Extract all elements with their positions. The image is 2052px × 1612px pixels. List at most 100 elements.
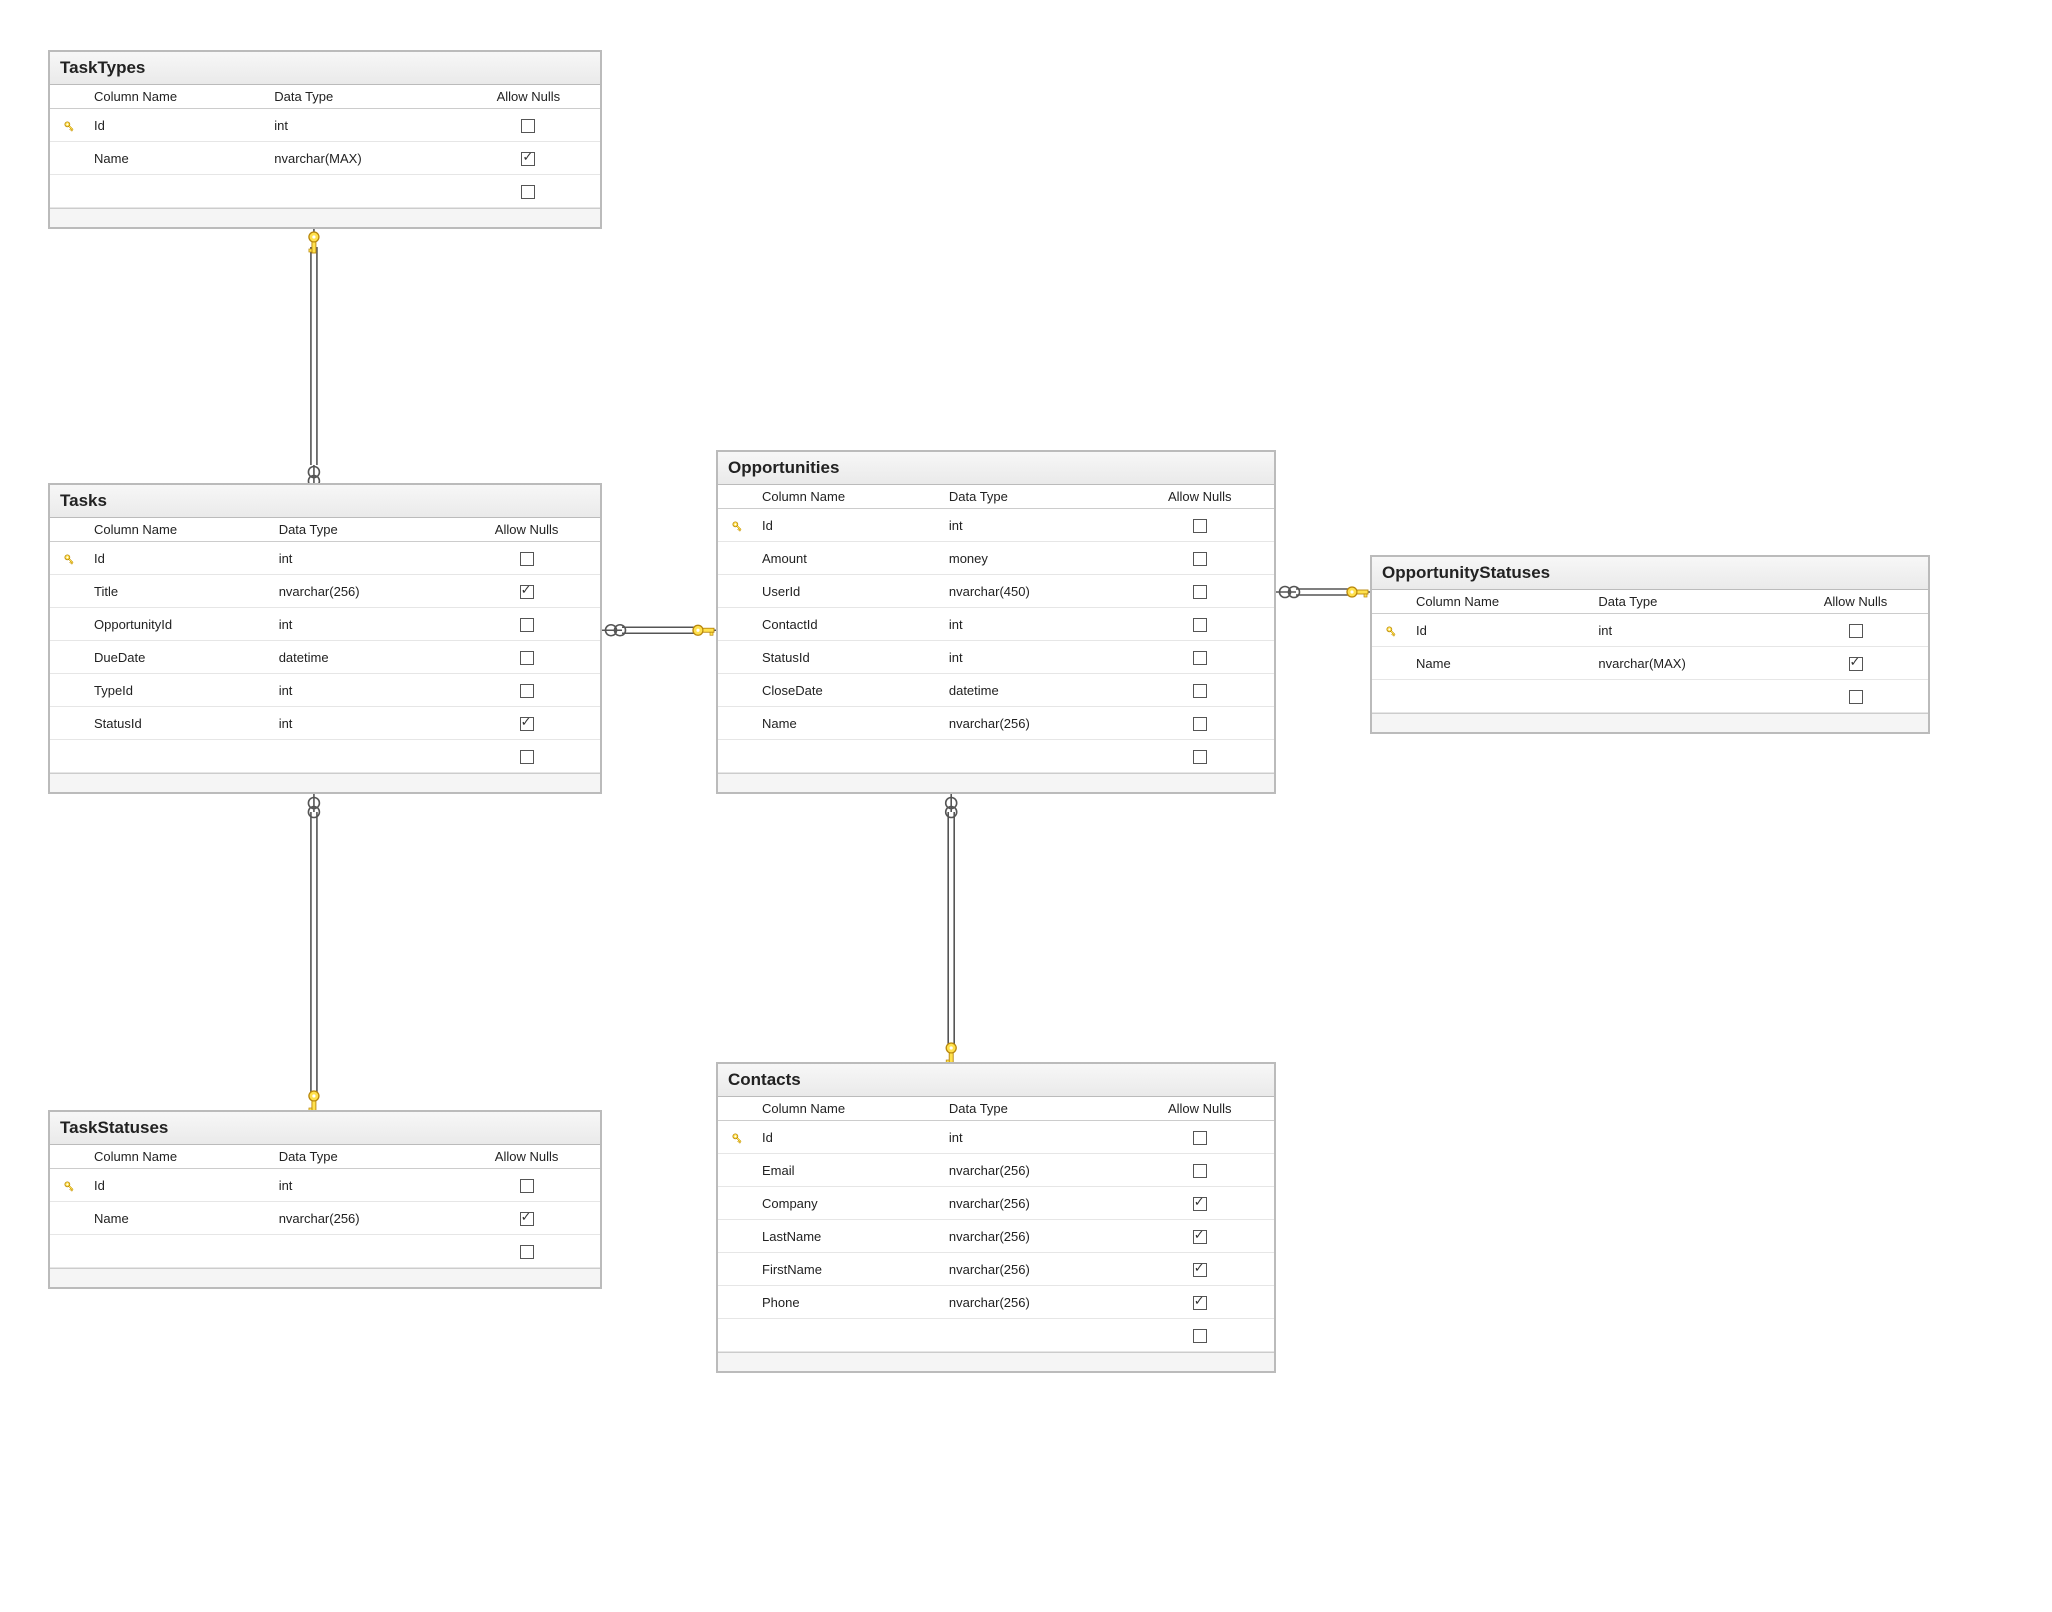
- table-row-empty[interactable]: [718, 740, 1274, 773]
- allow-nulls-cell[interactable]: [1125, 1220, 1274, 1253]
- allow-nulls-checkbox[interactable]: [521, 185, 535, 199]
- table-row[interactable]: Phonenvarchar(256): [718, 1286, 1274, 1319]
- allow-nulls-cell[interactable]: [1125, 641, 1274, 674]
- table-row[interactable]: Idint: [718, 1121, 1274, 1154]
- table-row-empty[interactable]: [50, 175, 600, 208]
- allow-nulls-cell[interactable]: [1125, 575, 1274, 608]
- table-row[interactable]: UserIdnvarchar(450): [718, 575, 1274, 608]
- allow-nulls-checkbox[interactable]: [1849, 624, 1863, 638]
- allow-nulls-checkbox[interactable]: [1193, 1197, 1207, 1211]
- allow-nulls-checkbox[interactable]: [1849, 690, 1863, 704]
- allow-nulls-checkbox[interactable]: [1193, 1296, 1207, 1310]
- table-row-empty[interactable]: [1372, 680, 1928, 713]
- allow-nulls-cell[interactable]: [1125, 608, 1274, 641]
- allow-nulls-cell[interactable]: [1125, 542, 1274, 575]
- allow-nulls-cell[interactable]: [1125, 1253, 1274, 1286]
- allow-nulls-cell[interactable]: [457, 109, 600, 142]
- allow-nulls-cell[interactable]: [1125, 1286, 1274, 1319]
- allow-nulls-checkbox[interactable]: [1193, 552, 1207, 566]
- table-row[interactable]: Idint: [1372, 614, 1928, 647]
- entity-opportunitystatuses[interactable]: OpportunityStatusesColumn NameData TypeA…: [1370, 555, 1930, 734]
- table-row[interactable]: Idint: [50, 1169, 600, 1202]
- allow-nulls-cell[interactable]: [453, 641, 600, 674]
- pk-cell: [50, 641, 88, 674]
- table-row[interactable]: Namenvarchar(256): [718, 707, 1274, 740]
- table-row[interactable]: LastNamenvarchar(256): [718, 1220, 1274, 1253]
- allow-nulls-checkbox[interactable]: [521, 152, 535, 166]
- allow-nulls-cell[interactable]: [1783, 647, 1928, 680]
- allow-nulls-checkbox[interactable]: [1193, 519, 1207, 533]
- table-row[interactable]: ContactIdint: [718, 608, 1274, 641]
- allow-nulls-checkbox[interactable]: [1193, 1263, 1207, 1277]
- table-row[interactable]: StatusIdint: [50, 707, 600, 740]
- allow-nulls-checkbox[interactable]: [1193, 1230, 1207, 1244]
- allow-nulls-checkbox[interactable]: [520, 585, 534, 599]
- allow-nulls-checkbox[interactable]: [520, 684, 534, 698]
- allow-nulls-cell[interactable]: [453, 674, 600, 707]
- data-type-cell: nvarchar(256): [273, 575, 454, 608]
- data-type-cell: int: [273, 674, 454, 707]
- allow-nulls-checkbox[interactable]: [1193, 1164, 1207, 1178]
- allow-nulls-cell[interactable]: [1125, 509, 1274, 542]
- table-row[interactable]: DueDatedatetime: [50, 641, 600, 674]
- allow-nulls-checkbox[interactable]: [1193, 618, 1207, 632]
- table-row[interactable]: Emailnvarchar(256): [718, 1154, 1274, 1187]
- allow-nulls-checkbox[interactable]: [1193, 1329, 1207, 1343]
- entity-taskstatuses[interactable]: TaskStatusesColumn NameData TypeAllow Nu…: [48, 1110, 602, 1289]
- table-row[interactable]: Namenvarchar(MAX): [1372, 647, 1928, 680]
- allow-nulls-checkbox[interactable]: [520, 750, 534, 764]
- allow-nulls-cell[interactable]: [453, 1202, 600, 1235]
- allow-nulls-cell[interactable]: [1125, 707, 1274, 740]
- allow-nulls-checkbox[interactable]: [520, 618, 534, 632]
- allow-nulls-cell[interactable]: [453, 707, 600, 740]
- allow-nulls-checkbox[interactable]: [520, 1245, 534, 1259]
- table-row[interactable]: Idint: [718, 509, 1274, 542]
- table-row-empty[interactable]: [50, 740, 600, 773]
- allow-nulls-checkbox[interactable]: [520, 651, 534, 665]
- table-row[interactable]: Companynvarchar(256): [718, 1187, 1274, 1220]
- allow-nulls-cell[interactable]: [453, 542, 600, 575]
- allow-nulls-checkbox[interactable]: [520, 1212, 534, 1226]
- allow-nulls-checkbox[interactable]: [520, 717, 534, 731]
- table-row[interactable]: OpportunityIdint: [50, 608, 600, 641]
- data-type-cell: int: [273, 608, 454, 641]
- allow-nulls-checkbox[interactable]: [1193, 750, 1207, 764]
- allow-nulls-cell[interactable]: [453, 1169, 600, 1202]
- allow-nulls-cell[interactable]: [453, 608, 600, 641]
- allow-nulls-checkbox[interactable]: [521, 119, 535, 133]
- pk-cell: [50, 1169, 88, 1202]
- table-row[interactable]: Namenvarchar(256): [50, 1202, 600, 1235]
- entity-contacts[interactable]: ContactsColumn NameData TypeAllow NullsI…: [716, 1062, 1276, 1373]
- allow-nulls-cell[interactable]: [1783, 614, 1928, 647]
- allow-nulls-cell[interactable]: [1125, 674, 1274, 707]
- allow-nulls-checkbox[interactable]: [520, 1179, 534, 1193]
- allow-nulls-checkbox[interactable]: [1193, 651, 1207, 665]
- allow-nulls-cell[interactable]: [1125, 1121, 1274, 1154]
- table-row[interactable]: CloseDatedatetime: [718, 674, 1274, 707]
- table-row[interactable]: Amountmoney: [718, 542, 1274, 575]
- table-row[interactable]: TypeIdint: [50, 674, 600, 707]
- entity-opportunities[interactable]: OpportunitiesColumn NameData TypeAllow N…: [716, 450, 1276, 794]
- allow-nulls-checkbox[interactable]: [1193, 717, 1207, 731]
- diagram-canvas: TaskTypesColumn NameData TypeAllow Nulls…: [0, 0, 2052, 1612]
- allow-nulls-cell[interactable]: [457, 142, 600, 175]
- table-row[interactable]: Idint: [50, 542, 600, 575]
- allow-nulls-checkbox[interactable]: [1193, 1131, 1207, 1145]
- table-row-empty[interactable]: [50, 1235, 600, 1268]
- allow-nulls-cell[interactable]: [1125, 1187, 1274, 1220]
- allow-nulls-checkbox[interactable]: [1849, 657, 1863, 671]
- table-row-empty[interactable]: [718, 1319, 1274, 1352]
- allow-nulls-checkbox[interactable]: [1193, 585, 1207, 599]
- table-row[interactable]: Idint: [50, 109, 600, 142]
- entity-tasktypes[interactable]: TaskTypesColumn NameData TypeAllow Nulls…: [48, 50, 602, 229]
- entity-tasks[interactable]: TasksColumn NameData TypeAllow NullsIdin…: [48, 483, 602, 794]
- table-row[interactable]: StatusIdint: [718, 641, 1274, 674]
- allow-nulls-cell[interactable]: [453, 575, 600, 608]
- allow-nulls-checkbox[interactable]: [520, 552, 534, 566]
- many-end-icon: [606, 625, 626, 636]
- table-row[interactable]: Namenvarchar(MAX): [50, 142, 600, 175]
- table-row[interactable]: FirstNamenvarchar(256): [718, 1253, 1274, 1286]
- allow-nulls-cell[interactable]: [1125, 1154, 1274, 1187]
- allow-nulls-checkbox[interactable]: [1193, 684, 1207, 698]
- table-row[interactable]: Titlenvarchar(256): [50, 575, 600, 608]
